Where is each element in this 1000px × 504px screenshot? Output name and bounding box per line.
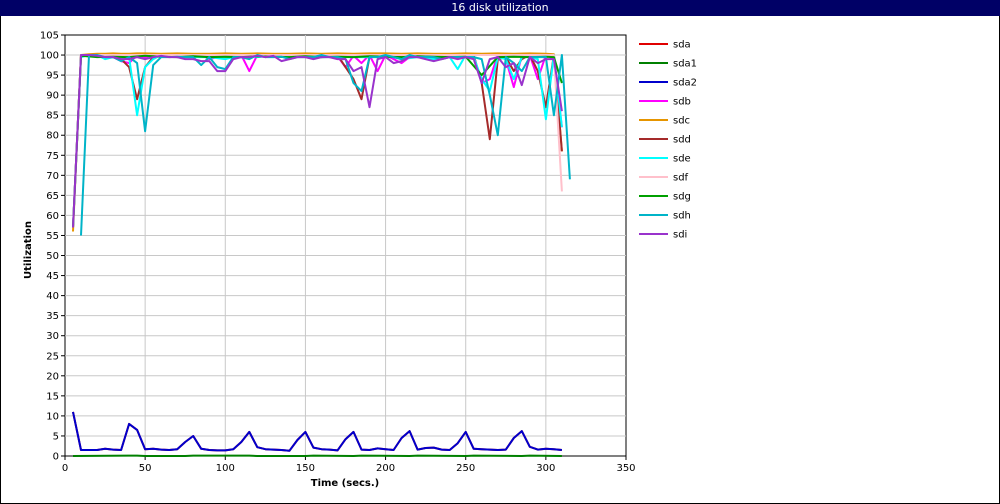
legend-label-sdh: sdh	[673, 211, 691, 222]
y-tick-label: 40	[46, 291, 59, 302]
x-axis-label: Time (secs.)	[311, 478, 380, 489]
y-tick-label: 0	[53, 452, 59, 463]
legend-label-sda: sda	[673, 40, 691, 51]
x-tick-label: 300	[536, 463, 555, 474]
y-tick-label: 50	[46, 251, 59, 262]
x-tick-label: 250	[456, 463, 475, 474]
y-axis-ticks: 0 5 10 15 20 25 30 35 40 45 50 55 60 65 70 75 80 85 90 95 10…	[40, 31, 65, 463]
y-tick-label: 30	[46, 331, 59, 342]
y-tick-label: 5	[53, 431, 59, 442]
legend-label-sde: sde	[673, 154, 691, 165]
legend-label-sdb: sdb	[673, 97, 691, 108]
y-tick-label: 80	[46, 131, 59, 142]
y-tick-label: 20	[46, 371, 59, 382]
y-tick-label: 100	[40, 51, 59, 62]
legend: sda sda1 sda2 sdb sdc sdd sde sdf sdg sdh sdi	[639, 40, 697, 241]
x-tick-label: 350	[616, 463, 635, 474]
y-tick-label: 70	[46, 171, 59, 182]
y-tick-label: 75	[46, 151, 59, 162]
x-tick-label: 50	[139, 463, 152, 474]
line-chart: 0 5 10 15 20 25 30 35 40 45 50 55 60 65 70 75 80 85 90 95 10…	[23, 31, 697, 490]
x-tick-label: 100	[216, 463, 235, 474]
y-tick-label: 85	[46, 111, 59, 122]
y-tick-label: 10	[46, 411, 59, 422]
y-tick-label: 25	[46, 351, 59, 362]
legend-label-sdd: sdd	[673, 135, 691, 146]
legend-label-sda1: sda1	[673, 59, 697, 70]
legend-label-sdi: sdi	[673, 230, 687, 241]
x-tick-label: 150	[296, 463, 315, 474]
y-tick-label: 60	[46, 211, 59, 222]
y-tick-label: 45	[46, 271, 59, 282]
y-tick-label: 65	[46, 191, 59, 202]
y-tick-label: 90	[46, 91, 59, 102]
legend-label-sdf: sdf	[673, 173, 689, 184]
legend-label-sdg: sdg	[673, 192, 691, 203]
y-axis-label: Utilization	[23, 221, 34, 279]
y-tick-label: 55	[46, 231, 59, 242]
y-tick-label: 105	[40, 31, 59, 42]
x-tick-label: 0	[62, 463, 68, 474]
legend-label-sdc: sdc	[673, 116, 690, 127]
y-tick-label: 95	[46, 71, 59, 82]
legend-label-sda2: sda2	[673, 78, 697, 89]
x-axis-ticks: 0 50 100 150 200 250 300 350	[62, 456, 636, 474]
y-tick-label: 35	[46, 311, 59, 322]
x-tick-label: 200	[376, 463, 395, 474]
y-tick-label: 15	[46, 391, 59, 402]
